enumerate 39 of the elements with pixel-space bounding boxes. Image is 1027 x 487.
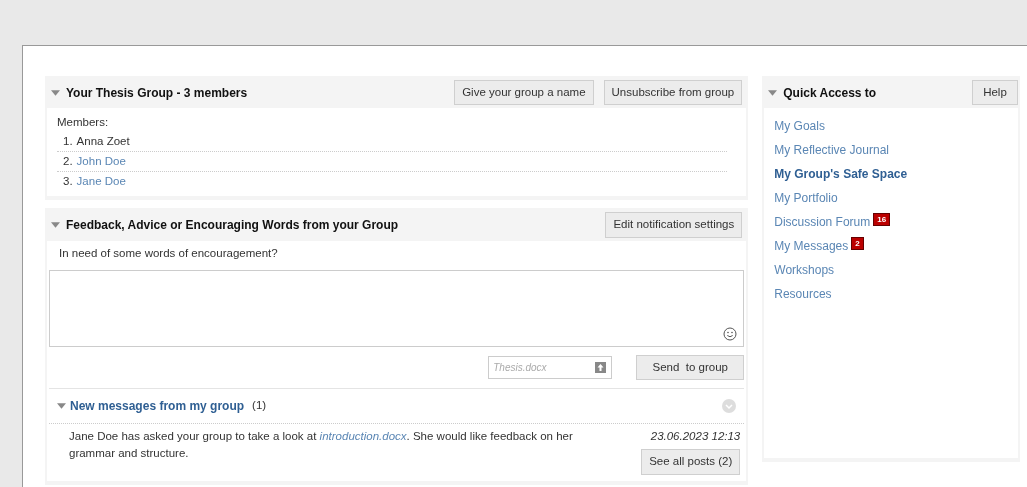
member-link[interactable]: John Doe	[76, 152, 126, 170]
collapse-icon[interactable]	[57, 403, 66, 409]
collapse-icon[interactable]	[768, 89, 778, 96]
message-count: (1)	[252, 398, 267, 414]
quick-link[interactable]: My Messages	[774, 237, 849, 256]
members-label: Members:	[57, 115, 110, 131]
file-link[interactable]: introduction.docx	[319, 430, 407, 442]
emoji-icon[interactable]	[723, 326, 738, 341]
member-number: 1.	[63, 133, 73, 149]
notification-count: 2	[851, 237, 864, 251]
message-text: Jane Doe has asked your group to take a look at introduction.docx. She would like feedback on her grammar and structure.	[69, 429, 574, 462]
member-name: Anna Zoet	[76, 133, 130, 149]
group-button[interactable]: Unsubscribe from group	[603, 80, 743, 106]
message-date: 23.06.2023 12:13	[650, 429, 741, 444]
notification-count: 16	[873, 213, 891, 227]
group-button[interactable]: Give your group a name	[454, 80, 594, 106]
quick-link[interactable]: My Reflective Journal	[774, 141, 889, 160]
collapse-icon[interactable]	[51, 89, 60, 96]
help-button[interactable]: Help	[972, 80, 1018, 106]
panel-title: Quick Access to	[783, 84, 877, 102]
member-number: 3.	[63, 174, 73, 189]
see-all-posts-button[interactable]: See all posts (2)	[641, 449, 741, 475]
quick-link[interactable]: Discussion Forum	[774, 213, 871, 232]
quick-link[interactable]: Workshops	[774, 261, 835, 280]
quick-link[interactable]: Resources	[774, 285, 832, 304]
notification-settings-button[interactable]: Edit notification settings	[605, 212, 743, 238]
panel-title: Feedback, Advice or Encouraging Words from your Group	[66, 216, 399, 234]
attachment-field[interactable]: Thesis.docx	[488, 355, 613, 379]
member-link[interactable]: Jane Doe	[76, 173, 126, 191]
send-button[interactable]: Send to group	[636, 354, 745, 380]
collapse-icon[interactable]	[51, 221, 60, 228]
messages-title-link[interactable]: New messages from my group	[70, 397, 245, 415]
prompt-text: In need of some words of encouragement?	[58, 245, 279, 261]
upload-icon[interactable]	[595, 361, 607, 373]
quick-link[interactable]: My Group's Safe Space	[774, 165, 908, 184]
member-number: 2.	[63, 153, 73, 169]
panel-title: Your Thesis Group - 3 members	[66, 84, 248, 102]
quick-link[interactable]: My Goals	[774, 117, 825, 136]
quick-link[interactable]: My Portfolio	[774, 189, 838, 208]
